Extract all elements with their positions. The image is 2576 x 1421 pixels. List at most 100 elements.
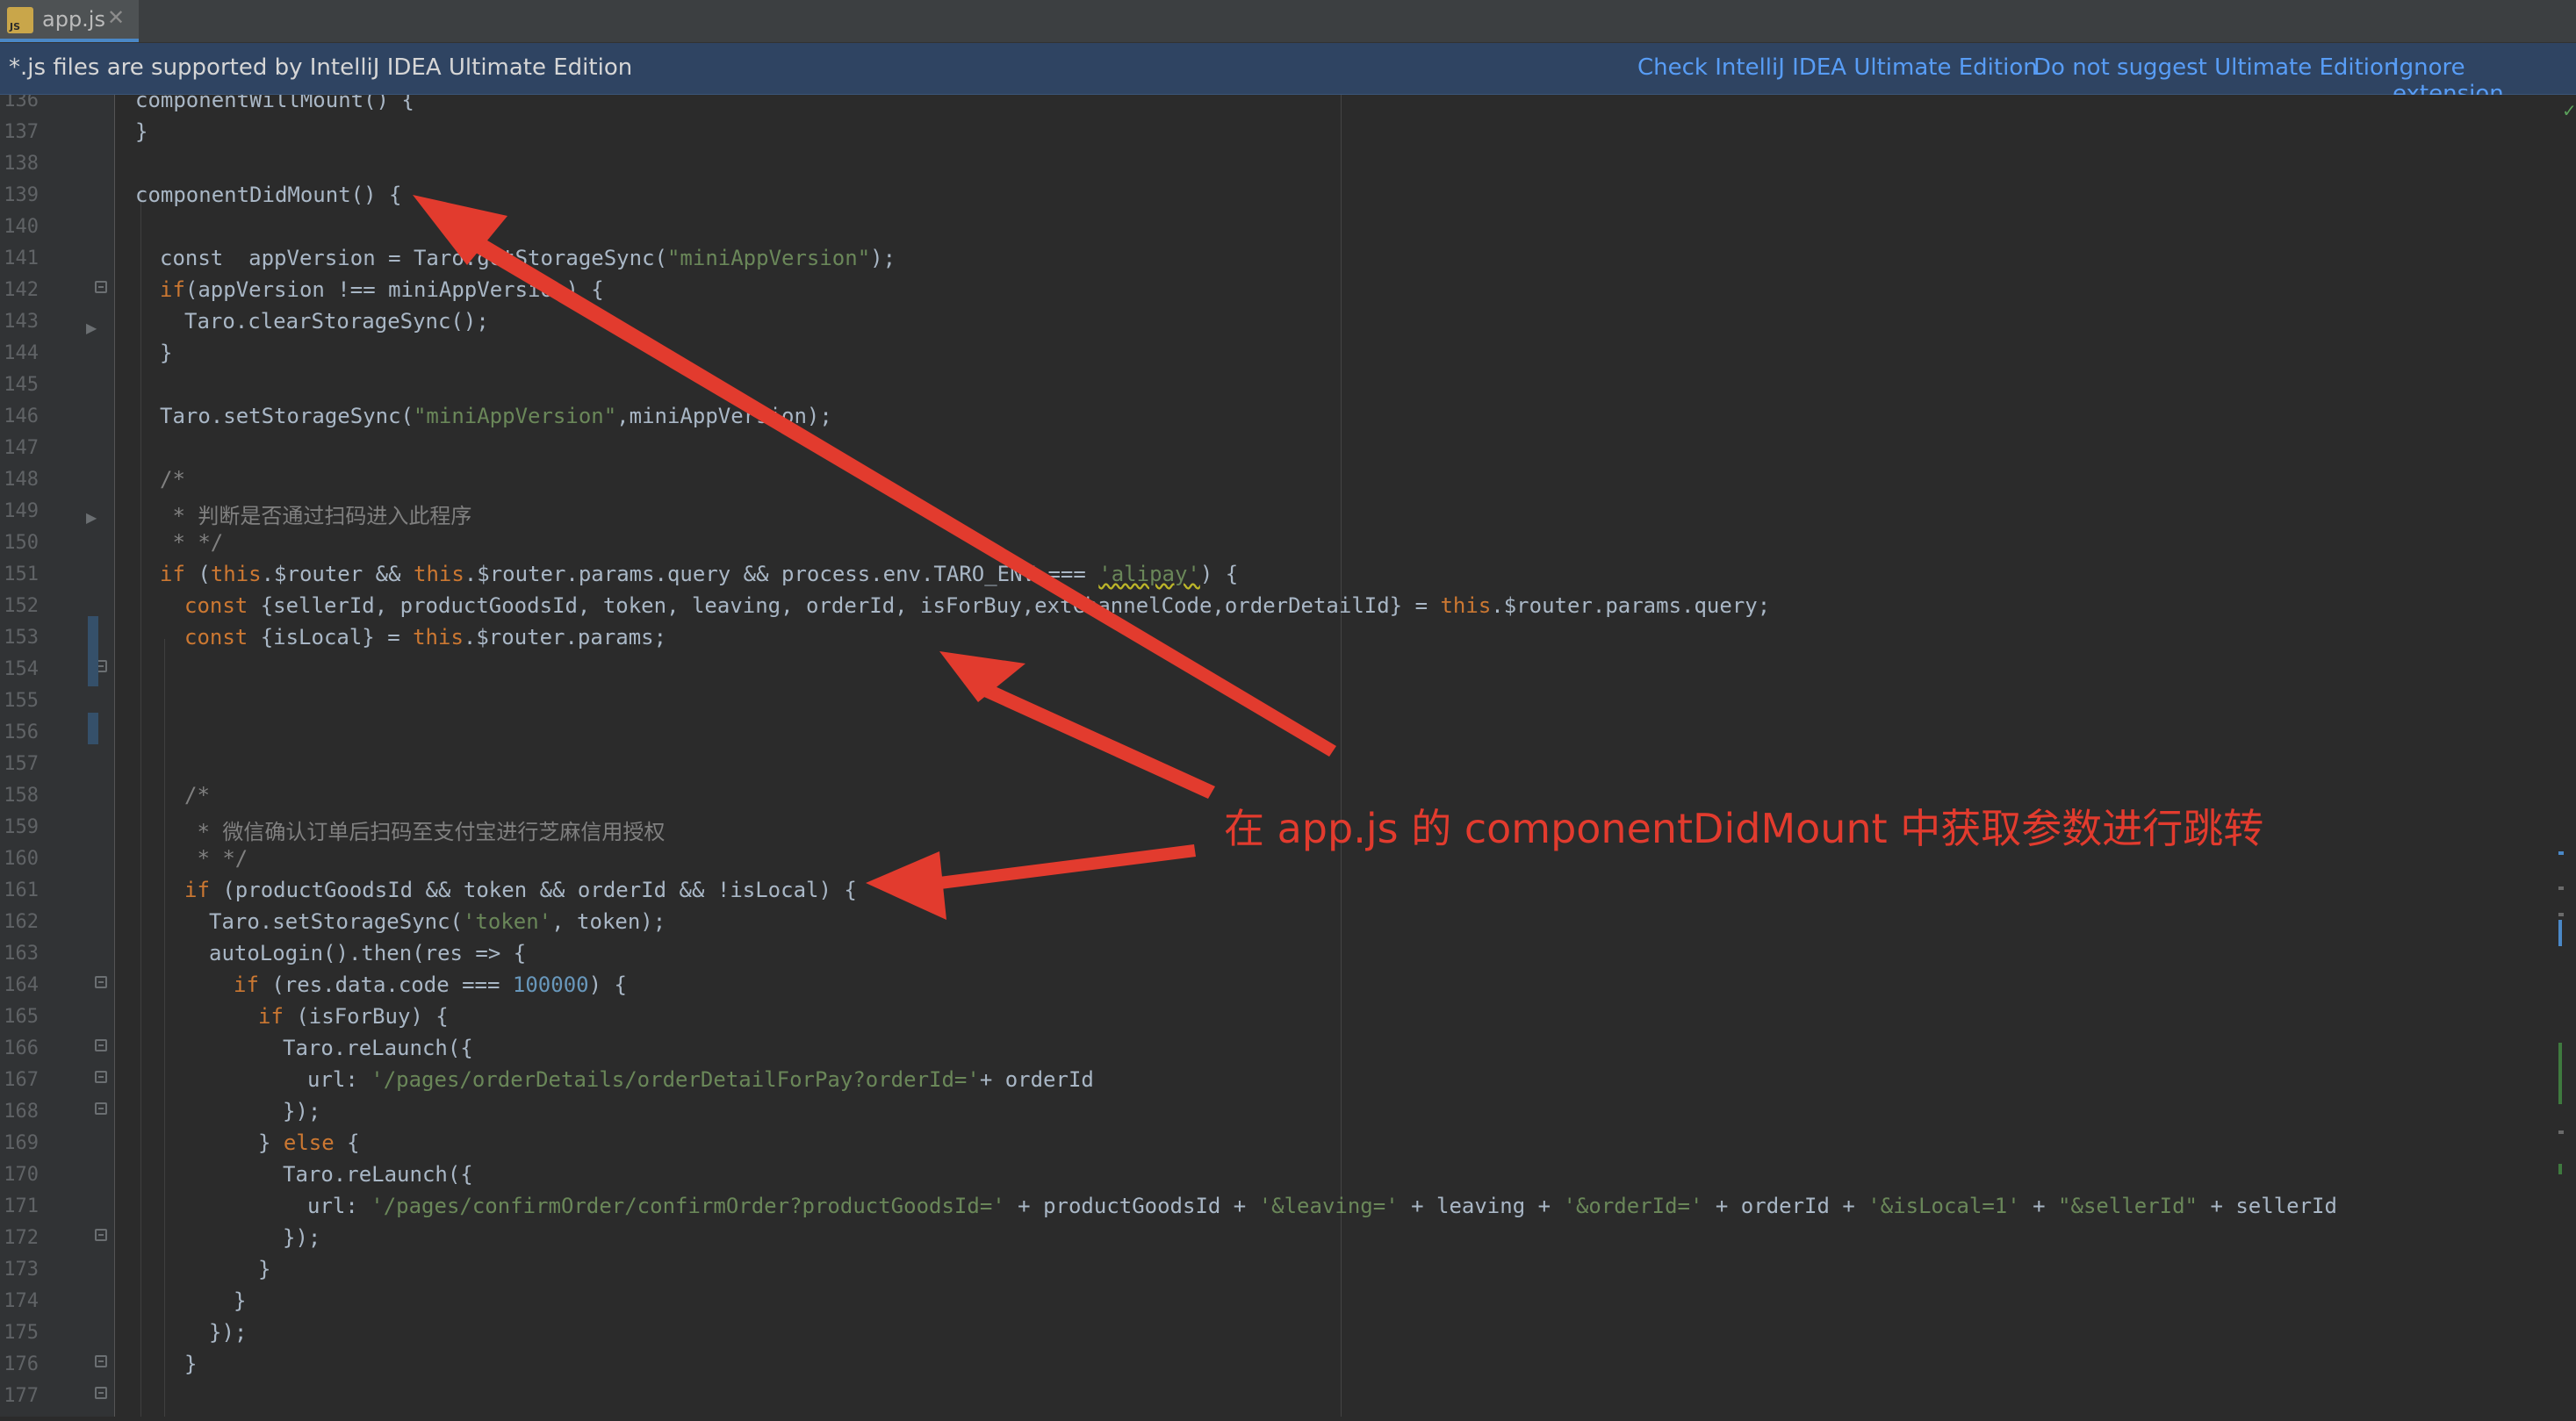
- scrollbar-marker[interactable]: [2558, 886, 2564, 890]
- line-number: 160: [4, 848, 39, 870]
- code-line-175[interactable]: });: [209, 1320, 247, 1345]
- code-line-162[interactable]: Taro.setStorageSync('token', token);: [209, 909, 666, 934]
- code-line-170[interactable]: Taro.reLaunch({: [283, 1162, 473, 1187]
- code-line-176[interactable]: }: [184, 1352, 197, 1376]
- scrollbar-marker[interactable]: [2558, 1130, 2564, 1134]
- code-editor[interactable]: 136 137 138 139 140 141 142 143 144 145 146 147 148 1…: [0, 95, 2576, 1417]
- code-line-174[interactable]: }: [234, 1288, 246, 1313]
- code-line-166[interactable]: Taro.reLaunch({: [283, 1036, 473, 1060]
- line-number: 151: [4, 563, 39, 585]
- code-line-164[interactable]: if (res.data.code === 100000) {: [234, 972, 627, 997]
- code-line-150[interactable]: * */: [160, 530, 223, 555]
- code-line-163[interactable]: autoLogin().then(res => {: [209, 941, 526, 965]
- line-number: 172: [4, 1227, 39, 1249]
- line-number: 153: [4, 627, 39, 649]
- line-number: 147: [4, 437, 39, 459]
- fold-icon[interactable]: [95, 1355, 107, 1367]
- vcs-change-marker[interactable]: [88, 713, 98, 744]
- ultimate-edition-banner: *.js files are supported by IntelliJ IDE…: [0, 43, 2576, 107]
- code-line-169[interactable]: } else {: [258, 1130, 360, 1155]
- line-number: 165: [4, 1006, 39, 1028]
- scrollbar-marker[interactable]: [2558, 920, 2562, 946]
- line-number: 169: [4, 1132, 39, 1154]
- code-line-167[interactable]: url: '/pages/orderDetails/orderDetailFor…: [307, 1067, 1094, 1092]
- line-number: 168: [4, 1101, 39, 1123]
- close-tab-icon[interactable]: ✕: [107, 5, 125, 30]
- line-number: 154: [4, 658, 39, 680]
- code-line-173[interactable]: }: [258, 1257, 270, 1281]
- code-line-153[interactable]: const {isLocal} = this.$router.params;: [184, 625, 666, 649]
- code-line-139[interactable]: componentDidMount() {: [135, 183, 401, 207]
- check-ultimate-link[interactable]: Check IntelliJ IDEA Ultimate Edition: [1637, 54, 2038, 81]
- indent-guide: [140, 190, 141, 1417]
- code-line-158[interactable]: /*: [184, 783, 210, 807]
- code-line-148[interactable]: /*: [160, 467, 185, 492]
- code-line-161[interactable]: if (productGoodsId && token && orderId &…: [184, 878, 857, 902]
- code-line-159[interactable]: * 微信确认订单后扫码至支付宝进行芝麻信用授权: [184, 815, 665, 845]
- gutter-separator: [114, 95, 115, 1417]
- code-line-171[interactable]: url: '/pages/confirmOrder/confirmOrder?p…: [307, 1194, 2337, 1218]
- do-not-suggest-link[interactable]: Do not suggest Ultimate Edition: [2033, 54, 2398, 81]
- line-number: 171: [4, 1195, 39, 1217]
- line-number: 157: [4, 753, 39, 775]
- line-number: 136: [4, 95, 39, 111]
- line-number: 175: [4, 1322, 39, 1344]
- vcs-change-marker[interactable]: [88, 616, 98, 686]
- fold-icon[interactable]: [95, 1071, 107, 1083]
- line-number: 152: [4, 595, 39, 617]
- line-number: 167: [4, 1069, 39, 1091]
- fold-icon[interactable]: [95, 976, 107, 988]
- code-line-136[interactable]: componentWillMount() {: [135, 95, 414, 112]
- scrollbar-marker[interactable]: [2558, 1164, 2562, 1174]
- line-number: 140: [4, 216, 39, 238]
- fold-icon[interactable]: [95, 1102, 107, 1115]
- line-number: 159: [4, 816, 39, 838]
- line-number: 158: [4, 785, 39, 807]
- code-line-149[interactable]: * 判断是否通过扫码进入此程序: [160, 499, 471, 529]
- tab-app-js[interactable]: JS app.js ✕: [0, 0, 139, 42]
- line-number: 150: [4, 532, 39, 554]
- code-line-160[interactable]: * */: [184, 846, 248, 871]
- line-number: 141: [4, 248, 39, 269]
- line-number: 145: [4, 374, 39, 396]
- line-number: 148: [4, 469, 39, 491]
- banner-message: *.js files are supported by IntelliJ IDE…: [9, 54, 633, 81]
- fold-arrow-icon[interactable]: ▶: [86, 319, 97, 336]
- editor-scrollbar[interactable]: [2557, 95, 2576, 1417]
- scrollbar-marker[interactable]: [2558, 851, 2564, 855]
- code-line-152[interactable]: const {sellerId, productGoodsId, token, …: [184, 593, 1770, 618]
- line-number: 166: [4, 1037, 39, 1059]
- line-number: 170: [4, 1164, 39, 1186]
- code-line-142[interactable]: if(appVersion !== miniAppVersion) {: [160, 277, 604, 302]
- right-margin-guide: [1341, 95, 1342, 1417]
- code-line-172[interactable]: });: [283, 1225, 320, 1250]
- code-line-137[interactable]: }: [135, 119, 148, 144]
- code-line-165[interactable]: if (isForBuy) {: [258, 1004, 449, 1029]
- fold-icon[interactable]: [95, 1387, 107, 1399]
- code-line-143[interactable]: Taro.clearStorageSync();: [184, 309, 489, 334]
- line-number: 156: [4, 721, 39, 743]
- line-number: 149: [4, 500, 39, 522]
- fold-icon[interactable]: [95, 281, 107, 293]
- code-line-144[interactable]: }: [160, 341, 172, 365]
- fold-arrow-icon[interactable]: ▶: [86, 509, 97, 526]
- code-line-146[interactable]: Taro.setStorageSync("miniAppVersion",min…: [160, 404, 832, 428]
- scrollbar-marker[interactable]: [2558, 1043, 2562, 1104]
- inspection-ok-icon[interactable]: ✓: [2562, 100, 2576, 121]
- fold-icon[interactable]: [95, 1229, 107, 1241]
- javascript-file-icon: JS: [7, 7, 33, 33]
- code-line-141[interactable]: const appVersion = Taro.getStorageSync("…: [160, 246, 896, 270]
- js-icon-label: JS: [10, 21, 21, 32]
- fold-icon[interactable]: [95, 1039, 107, 1051]
- line-number: 143: [4, 311, 39, 333]
- code-line-151[interactable]: if (this.$router && this.$router.params.…: [160, 562, 1238, 586]
- line-number: 138: [4, 153, 39, 175]
- code-line-168[interactable]: });: [283, 1099, 320, 1123]
- tab-label: app.js: [42, 7, 105, 32]
- line-number: 139: [4, 184, 39, 206]
- line-number: 161: [4, 879, 39, 901]
- line-number: 146: [4, 405, 39, 427]
- line-number: 137: [4, 121, 39, 143]
- line-number: 173: [4, 1259, 39, 1281]
- scrollbar-marker[interactable]: [2558, 913, 2564, 916]
